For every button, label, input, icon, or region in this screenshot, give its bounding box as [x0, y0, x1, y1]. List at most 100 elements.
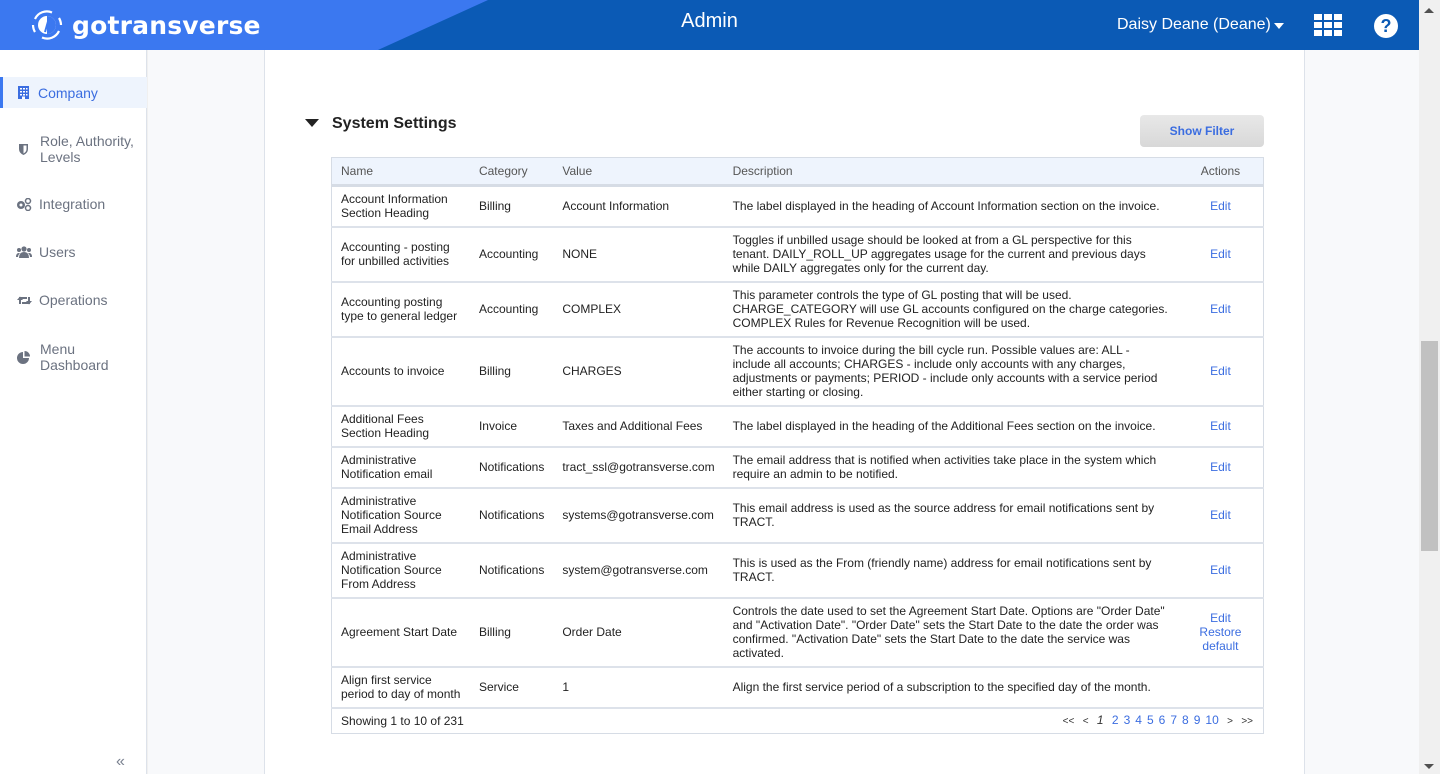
row-actions: Edit [1181, 542, 1264, 599]
setting-value: NONE [553, 226, 724, 283]
pagination-current-page: 1 [1096, 712, 1104, 727]
brand-name: gotransverse [72, 10, 261, 40]
setting-name: Administrative Notification Source From … [331, 542, 470, 599]
column-header-name[interactable]: Name [332, 158, 470, 186]
table-row: Align first service period to day of mon… [331, 666, 1264, 709]
sidebar-item-label: Company [38, 84, 98, 101]
setting-description: Toggles if unbilled usage should be look… [723, 226, 1182, 283]
pagination-page-link[interactable]: 10 [1205, 713, 1218, 727]
user-name: Daisy Deane (Deane) [1117, 16, 1271, 33]
setting-description: The label displayed in the heading of th… [723, 405, 1182, 448]
table-row: Accounts to invoice Billing CHARGES The acc… [331, 336, 1264, 407]
table-row: Account Information Section Heading Billi… [331, 185, 1264, 228]
column-header-value[interactable]: Value [553, 158, 723, 186]
setting-category: Billing [469, 336, 554, 407]
row-actions: Edit [1181, 446, 1264, 489]
table-row: Accounting posting type to general ledge… [331, 281, 1264, 338]
edit-link[interactable]: Edit [1182, 460, 1259, 474]
sidebar: Company Role, Authority, Levels Integrat… [0, 50, 147, 774]
scroll-down-arrow-icon[interactable] [1424, 764, 1434, 769]
sidebar-item-integration[interactable]: Integration [0, 188, 147, 220]
edit-link[interactable]: Edit [1182, 508, 1259, 522]
setting-name: Agreement Start Date [331, 597, 470, 668]
setting-name: Account Information Section Heading [331, 185, 470, 228]
pagination-page-link[interactable]: 5 [1147, 713, 1154, 727]
pagination-next[interactable]: > [1227, 716, 1233, 727]
sidebar-item-operations[interactable]: Operations [0, 284, 147, 316]
setting-category: Accounting [469, 226, 554, 283]
setting-name: Additional Fees Section Heading [331, 405, 470, 448]
shield-icon [16, 142, 30, 156]
pagination: << < 1 2 3 4 5 6 7 8 9 10 > >> [724, 708, 1264, 734]
sidebar-item-label: Role, Authority, Levels [40, 133, 134, 165]
setting-category: Accounting [469, 281, 554, 338]
row-actions: Edit [1181, 487, 1264, 544]
column-header-actions: Actions [1200, 164, 1241, 178]
edit-link[interactable]: Edit [1182, 611, 1259, 625]
setting-value: tract_ssl@gotransverse.com [553, 446, 724, 489]
setting-value: Order Date [553, 597, 724, 668]
setting-name: Accounts to invoice [331, 336, 470, 407]
pagination-page-link[interactable]: 2 [1112, 713, 1119, 727]
setting-category: Notifications [469, 542, 554, 599]
table-row: Administrative Notification email Notific… [331, 446, 1264, 489]
pagination-page-link[interactable]: 3 [1124, 713, 1131, 727]
edit-link[interactable]: Edit [1182, 419, 1259, 433]
edit-link[interactable]: Edit [1182, 247, 1259, 261]
section-title: System Settings [332, 115, 457, 132]
setting-description: This email address is used as the source… [723, 487, 1182, 544]
pagination-page-link[interactable]: 9 [1194, 713, 1201, 727]
setting-description: This parameter controls the type of GL p… [723, 281, 1182, 338]
collapse-sidebar-icon[interactable]: « [116, 753, 125, 771]
setting-name: Align first service period to day of mon… [331, 666, 470, 709]
column-header-description[interactable]: Description [724, 158, 1182, 186]
building-icon [16, 86, 30, 100]
edit-link[interactable]: Edit [1182, 199, 1259, 213]
system-settings-table: Name Category Value Description Actions … [331, 157, 1264, 734]
edit-link[interactable]: Edit [1182, 563, 1259, 577]
row-actions: Edit [1181, 336, 1264, 407]
section-collapse-toggle-icon[interactable] [305, 119, 319, 127]
sidebar-item-label: Integration [39, 196, 106, 212]
page-scrollbar[interactable] [1419, 0, 1440, 774]
sidebar-item-users[interactable]: Users [0, 236, 147, 268]
column-header-category[interactable]: Category [470, 158, 553, 186]
edit-link[interactable]: Edit [1182, 302, 1259, 316]
show-filter-button[interactable]: Show Filter [1140, 115, 1264, 147]
page-title: Admin [681, 10, 738, 32]
setting-category: Billing [469, 185, 554, 228]
users-icon [16, 245, 32, 259]
gears-icon [16, 197, 32, 211]
setting-description: The email address that is notified when … [723, 446, 1182, 489]
setting-value: 1 [553, 666, 724, 709]
help-icon[interactable]: ? [1374, 14, 1398, 38]
pagination-prev[interactable]: < [1083, 716, 1089, 727]
pagination-page-link[interactable]: 6 [1159, 713, 1166, 727]
setting-value: COMPLEX [553, 281, 724, 338]
setting-description: The accounts to invoice during the bill … [723, 336, 1182, 407]
pagination-first[interactable]: << [1063, 716, 1075, 727]
row-actions [1181, 666, 1264, 709]
scroll-up-arrow-icon[interactable] [1424, 8, 1434, 13]
apps-grid-icon[interactable] [1314, 14, 1342, 36]
edit-link[interactable]: Edit [1182, 364, 1259, 378]
scrollbar-thumb[interactable] [1421, 341, 1438, 551]
setting-description: The label displayed in the heading of Ac… [723, 185, 1182, 228]
pagination-page-link[interactable]: 7 [1170, 713, 1177, 727]
user-menu[interactable]: Daisy Deane (Deane) [1117, 16, 1284, 34]
sidebar-item-label: Operations [39, 292, 108, 308]
row-actions: Edit [1181, 405, 1264, 448]
sidebar-item-menu-dashboard[interactable]: Menu Dashboard [0, 340, 147, 374]
restore-default-link[interactable]: Restore default [1182, 625, 1259, 653]
sidebar-item-label: Menu Dashboard [40, 341, 109, 373]
row-actions: Edit Restore default [1181, 597, 1264, 668]
pagination-page-link[interactable]: 4 [1135, 713, 1142, 727]
sidebar-item-company[interactable]: Company [0, 77, 147, 108]
table-row: Additional Fees Section Heading Invoice Ta… [331, 405, 1264, 448]
sidebar-item-role-authority-levels[interactable]: Role, Authority, Levels [0, 132, 147, 166]
setting-description: Controls the date used to set the Agreem… [723, 597, 1182, 668]
pagination-last[interactable]: >> [1241, 716, 1253, 727]
logo[interactable]: gotransverse [30, 9, 261, 41]
row-actions: Edit [1181, 281, 1264, 338]
pagination-page-link[interactable]: 8 [1182, 713, 1189, 727]
